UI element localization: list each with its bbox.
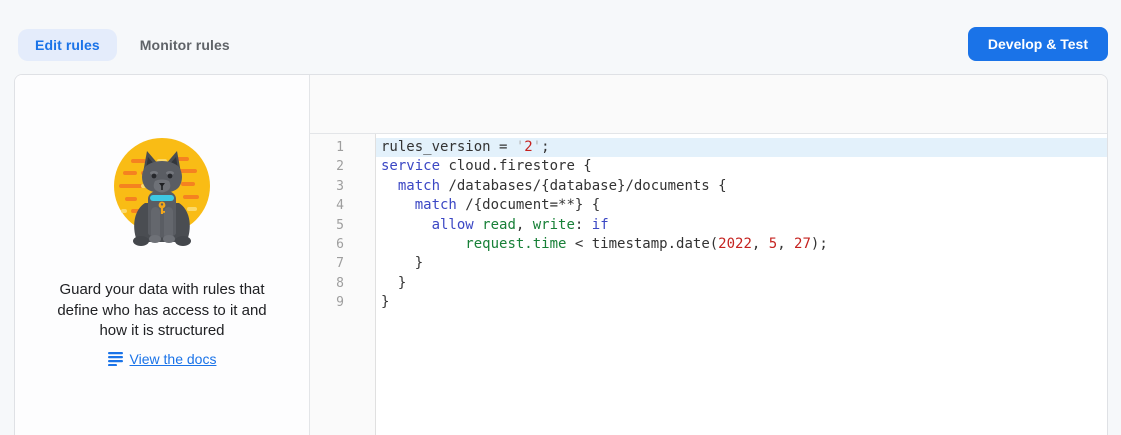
line-number: 7 <box>310 254 375 273</box>
rules-tabs: Edit rules Monitor rules <box>18 29 247 61</box>
docs-lines-icon <box>108 351 123 366</box>
code-line[interactable]: allow read, write: if <box>376 216 1107 235</box>
line-number: 9 <box>310 293 375 312</box>
line-number: 2 <box>310 157 375 176</box>
tab-monitor-rules[interactable]: Monitor rules <box>123 29 247 61</box>
view-docs-link[interactable]: View the docs <box>130 351 217 367</box>
code-line[interactable]: } <box>376 274 1107 293</box>
code-line[interactable]: service cloud.firestore { <box>376 157 1107 176</box>
rules-editor: 123456789 rules_version = '2';service cl… <box>310 75 1107 435</box>
code-line[interactable]: } <box>376 293 1107 312</box>
line-number: 1 <box>310 138 375 157</box>
line-number: 6 <box>310 235 375 254</box>
line-number: 3 <box>310 177 375 196</box>
sidebar-description: Guard your data with rules that define w… <box>57 280 266 342</box>
tab-edit-rules[interactable]: Edit rules <box>18 29 117 61</box>
code-line[interactable]: } <box>376 254 1107 273</box>
view-docs-row[interactable]: View the docs <box>108 351 217 367</box>
guard-dog-illustration <box>101 129 223 251</box>
editor-toolbar <box>310 75 1107 134</box>
code-lines[interactable]: rules_version = '2';service cloud.firest… <box>376 134 1107 435</box>
editor-body[interactable]: 123456789 rules_version = '2';service cl… <box>310 134 1107 435</box>
top-bar: Edit rules Monitor rules Develop & Test <box>0 0 1121 74</box>
code-line[interactable]: rules_version = '2'; <box>376 138 1107 157</box>
line-number-gutter: 123456789 <box>310 134 376 435</box>
develop-and-test-button[interactable]: Develop & Test <box>968 27 1108 61</box>
code-line[interactable]: match /{document=**} { <box>376 196 1107 215</box>
code-line[interactable]: request.time < timestamp.date(2022, 5, 2… <box>376 235 1107 254</box>
rules-card: Guard your data with rules that define w… <box>14 74 1108 435</box>
line-number: 5 <box>310 216 375 235</box>
line-number: 8 <box>310 274 375 293</box>
rules-sidebar: Guard your data with rules that define w… <box>15 75 310 435</box>
line-number: 4 <box>310 196 375 215</box>
code-line[interactable]: match /databases/{database}/documents { <box>376 177 1107 196</box>
